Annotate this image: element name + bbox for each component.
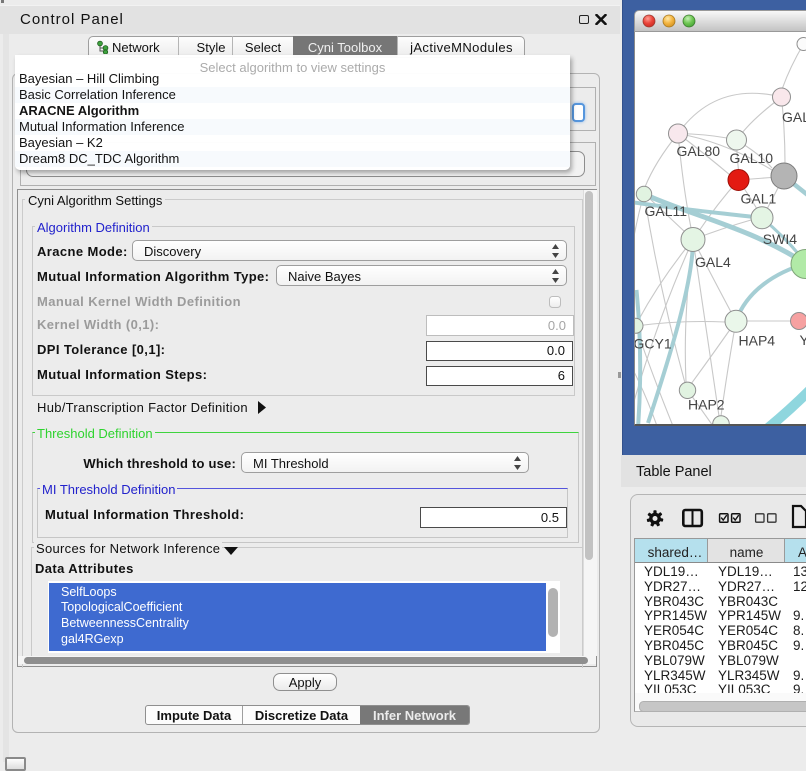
svg-text:GAL4: GAL4 bbox=[695, 254, 731, 270]
svg-text:GAL80: GAL80 bbox=[676, 143, 720, 159]
svg-text:GAL11: GAL11 bbox=[644, 203, 687, 219]
svg-text:GAL10: GAL10 bbox=[729, 150, 773, 166]
svg-text:GCY1: GCY1 bbox=[635, 336, 672, 352]
svg-text:SWI4: SWI4 bbox=[762, 231, 796, 247]
svg-text:Y: Y bbox=[799, 332, 806, 348]
svg-text:GAL2: GAL2 bbox=[782, 109, 806, 125]
svg-text:HAP4: HAP4 bbox=[738, 333, 775, 349]
svg-text:HAP2: HAP2 bbox=[688, 397, 725, 413]
svg-text:GAL1: GAL1 bbox=[740, 191, 776, 207]
